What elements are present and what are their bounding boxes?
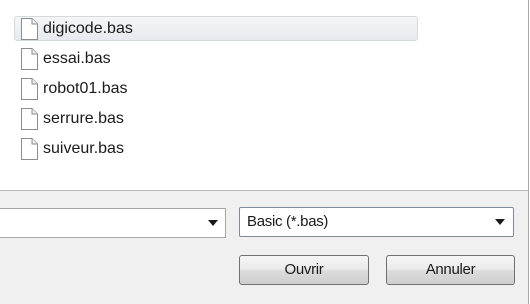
filename-combo[interactable] (0, 208, 226, 238)
file-icon (20, 17, 38, 40)
file-icon (20, 137, 38, 160)
file-icon (20, 107, 38, 130)
list-item-essai[interactable]: essai.bas (14, 46, 418, 71)
file-type-select[interactable]: Basic (*.bas) (239, 207, 514, 237)
file-icon (20, 47, 38, 70)
chevron-down-icon[interactable] (208, 220, 218, 226)
file-name: serrure.bas (43, 109, 124, 127)
file-name: robot01.bas (43, 79, 128, 97)
dialog-footer: Basic (*.bas) Ouvrir Annuler (0, 191, 529, 304)
chevron-down-icon[interactable] (495, 219, 505, 225)
cancel-button[interactable]: Annuler (386, 255, 515, 285)
file-list: digicode.bas essai.bas robot01.bas serru… (14, 16, 418, 166)
file-name: suiveur.bas (43, 139, 124, 157)
list-item-robot01[interactable]: robot01.bas (14, 76, 418, 101)
file-name: essai.bas (43, 49, 111, 67)
open-button[interactable]: Ouvrir (239, 255, 369, 285)
list-item-serrure[interactable]: serrure.bas (14, 106, 418, 131)
list-item-suiveur[interactable]: suiveur.bas (14, 136, 418, 161)
file-list-pane: digicode.bas essai.bas robot01.bas serru… (0, 0, 529, 191)
file-open-dialog: digicode.bas essai.bas robot01.bas serru… (0, 0, 530, 304)
file-type-value: Basic (*.bas) (247, 213, 329, 230)
file-icon (20, 77, 38, 100)
file-name: digicode.bas (43, 19, 133, 37)
list-item-digicode[interactable]: digicode.bas (14, 16, 418, 41)
